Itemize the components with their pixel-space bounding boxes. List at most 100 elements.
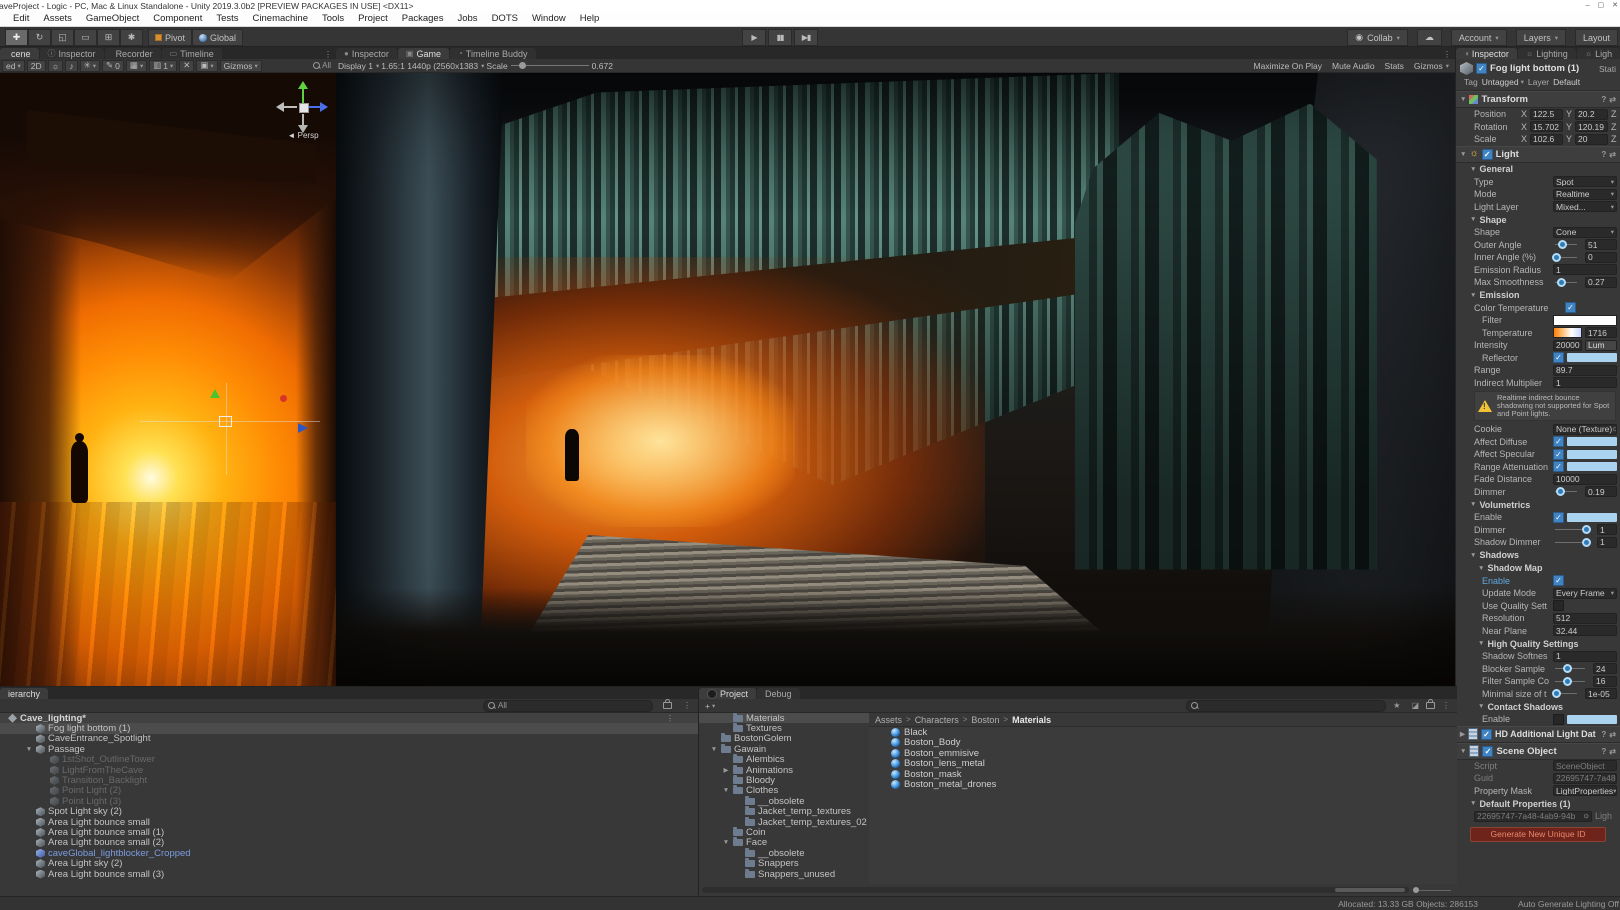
folder-row[interactable]: Bloody [699, 775, 869, 785]
gizmos-dropdown[interactable]: Gizmos▾ [1414, 61, 1449, 71]
presets-icon[interactable]: ⇄ [1609, 730, 1616, 739]
perspective-label[interactable]: ◄ Persp [280, 131, 326, 140]
use-quality-settings-checkbox[interactable] [1553, 600, 1564, 611]
outer-angle-field[interactable]: 51 [1585, 239, 1617, 250]
y-field[interactable]: 20.2 [1575, 109, 1608, 120]
light-mode-dropdown[interactable]: Realtime▾ [1553, 189, 1617, 200]
hierarchy-row[interactable]: Area Light bounce small [0, 817, 698, 827]
lock-icon[interactable] [1426, 702, 1435, 709]
folder-row[interactable]: ▼ Face [699, 838, 869, 848]
expand-arrow-icon[interactable]: ▶ [722, 766, 730, 774]
temperature-slider[interactable] [1553, 327, 1582, 338]
expand-arrow-icon[interactable]: ▼ [710, 746, 718, 753]
move-handle-z[interactable] [298, 423, 308, 433]
gameobject-name[interactable]: Fog light bottom (1) [1490, 63, 1579, 74]
menu-item[interactable]: Edit [6, 13, 36, 24]
folder-row[interactable]: ▼ Clothes [699, 786, 869, 796]
z-axis-icon[interactable] [320, 102, 328, 112]
folder-row[interactable]: ▶ Animations [699, 765, 869, 775]
scene-camera-dropdown[interactable]: ▣▾ [196, 60, 217, 72]
game-viewport[interactable] [336, 73, 1455, 686]
step-button[interactable]: ▶▮ [794, 29, 818, 46]
favorites-star-icon[interactable]: ★ [1389, 701, 1404, 710]
shape-dropdown[interactable]: Cone▾ [1553, 227, 1617, 238]
hierarchy-row[interactable]: caveGlobal_lightblocker_Cropped [0, 848, 698, 858]
menu-item[interactable]: Project [351, 13, 395, 24]
menu-item[interactable]: Help [573, 13, 607, 24]
transform-header[interactable]: ▼ Transform ? ⇄ [1456, 91, 1620, 108]
maximize-on-play-toggle[interactable]: Maximize On Play [1254, 61, 1323, 71]
dimmer-slider[interactable] [1555, 491, 1577, 492]
object-picker-icon[interactable]: ⊙ [1612, 425, 1617, 433]
default-properties-foldout[interactable]: ▼Default Properties (1) [1456, 797, 1620, 810]
menu-item[interactable]: Tests [209, 13, 245, 24]
help-icon[interactable]: ? [1601, 730, 1606, 739]
light-gizmo-widget[interactable] [140, 383, 320, 475]
layout-button[interactable]: Layout [1575, 29, 1618, 46]
y-axis-icon[interactable] [298, 81, 308, 89]
inner-angle-slider[interactable] [1555, 257, 1577, 258]
panel-menu-icon[interactable]: ⋮ [679, 701, 695, 710]
indirect-multiplier-field[interactable]: 1 [1553, 377, 1617, 388]
hierarchy-row[interactable]: Point Light (3) [0, 796, 698, 806]
folder-row[interactable]: Coin [699, 827, 869, 837]
shadow-softness-field[interactable]: 1 [1553, 651, 1617, 662]
hierarchy-row[interactable]: Area Light bounce small (1) [0, 827, 698, 837]
asset-row[interactable]: Boston_lens_metal [869, 759, 1457, 770]
range-field[interactable]: 89.7 [1553, 365, 1617, 376]
intensity-field[interactable]: 20000 [1553, 340, 1582, 351]
hierarchy-tab[interactable]: ierarchy [0, 688, 48, 699]
hierarchy-row[interactable]: Area Light bounce small (2) [0, 838, 698, 848]
menu-item[interactable]: Component [146, 13, 209, 24]
menu-item[interactable]: Window [525, 13, 573, 24]
global-button[interactable]: Global [192, 29, 243, 46]
breadcrumb-item[interactable]: Boston > [971, 715, 1008, 725]
asset-row[interactable]: Boston_Body [869, 738, 1457, 749]
color-temperature-checkbox[interactable]: ✓ [1565, 302, 1576, 313]
panel-tab[interactable]: Recorder [105, 48, 161, 59]
folder-row[interactable]: Textures [699, 723, 869, 733]
range-attenuation-checkbox[interactable]: ✓ [1553, 461, 1564, 472]
custom-tool[interactable]: ✱ [120, 29, 143, 46]
y-field[interactable]: 120.19 [1575, 121, 1608, 132]
panel-menu-icon[interactable]: ⋮ [1438, 701, 1454, 710]
emission-radius-field[interactable]: 1 [1553, 264, 1617, 275]
menu-item[interactable]: GameObject [79, 13, 146, 24]
transform-tool[interactable]: ⊞ [97, 29, 120, 46]
pause-button[interactable]: ▮▮ [768, 29, 792, 46]
update-mode-dropdown[interactable]: Every Frame▾ [1553, 588, 1617, 599]
presets-icon[interactable]: ⇄ [1609, 150, 1616, 159]
folder-row[interactable]: Snappers_unused [699, 869, 869, 879]
active-checkbox[interactable]: ✓ [1476, 63, 1487, 74]
project-tab[interactable]: Project [699, 688, 756, 699]
asset-row[interactable]: Boston_emmisive [869, 748, 1457, 759]
temperature-field[interactable]: 1716 [1585, 327, 1617, 338]
folder-row[interactable]: Jacket_temp_textures [699, 807, 869, 817]
filter-sample-slider[interactable] [1555, 681, 1585, 682]
presets-icon[interactable]: ⇄ [1609, 747, 1616, 756]
display-dropdown[interactable]: Display 1▾ [338, 61, 379, 71]
contact-shadows-enable-checkbox[interactable] [1553, 714, 1564, 725]
hierarchy-row[interactable]: Point Light (2) [0, 786, 698, 796]
folder-row[interactable]: Snappers [699, 858, 869, 868]
emission-foldout[interactable]: ▼Emission [1456, 289, 1620, 302]
help-icon[interactable]: ? [1601, 747, 1606, 756]
aspect-dropdown[interactable]: 1.65:1 1440p (2560x1383▾ [381, 61, 484, 71]
menu-item[interactable]: Jobs [450, 13, 484, 24]
hierarchy-row[interactable]: ▼ Passage [0, 744, 698, 754]
shadow-map-foldout[interactable]: ▼Shadow Map [1456, 562, 1620, 575]
shadow-dimmer-slider[interactable] [1555, 542, 1589, 543]
folder-row[interactable]: ▼ Gawain [699, 744, 869, 754]
scale-slider[interactable]: Scale0.672 [486, 61, 613, 71]
menu-item[interactable]: Cinemachine [246, 13, 315, 24]
scene-fx-dropdown[interactable]: ✳▾ [80, 60, 100, 72]
x-axis-icon[interactable] [276, 102, 284, 112]
scene-viewport[interactable]: ◄ Persp [0, 73, 336, 686]
label-icon[interactable]: ◪ [1407, 701, 1423, 710]
panel-tab[interactable]: ☼Lighting [1518, 48, 1576, 59]
orientation-gizmo[interactable]: ◄ Persp [280, 83, 326, 141]
menu-item[interactable]: Packages [395, 13, 451, 24]
auto-generate-lighting-button[interactable]: Auto Generate Lighting Off [1518, 899, 1619, 909]
folder-row[interactable]: __obsolete [699, 796, 869, 806]
horizontal-scrollbar[interactable] [702, 887, 1409, 893]
